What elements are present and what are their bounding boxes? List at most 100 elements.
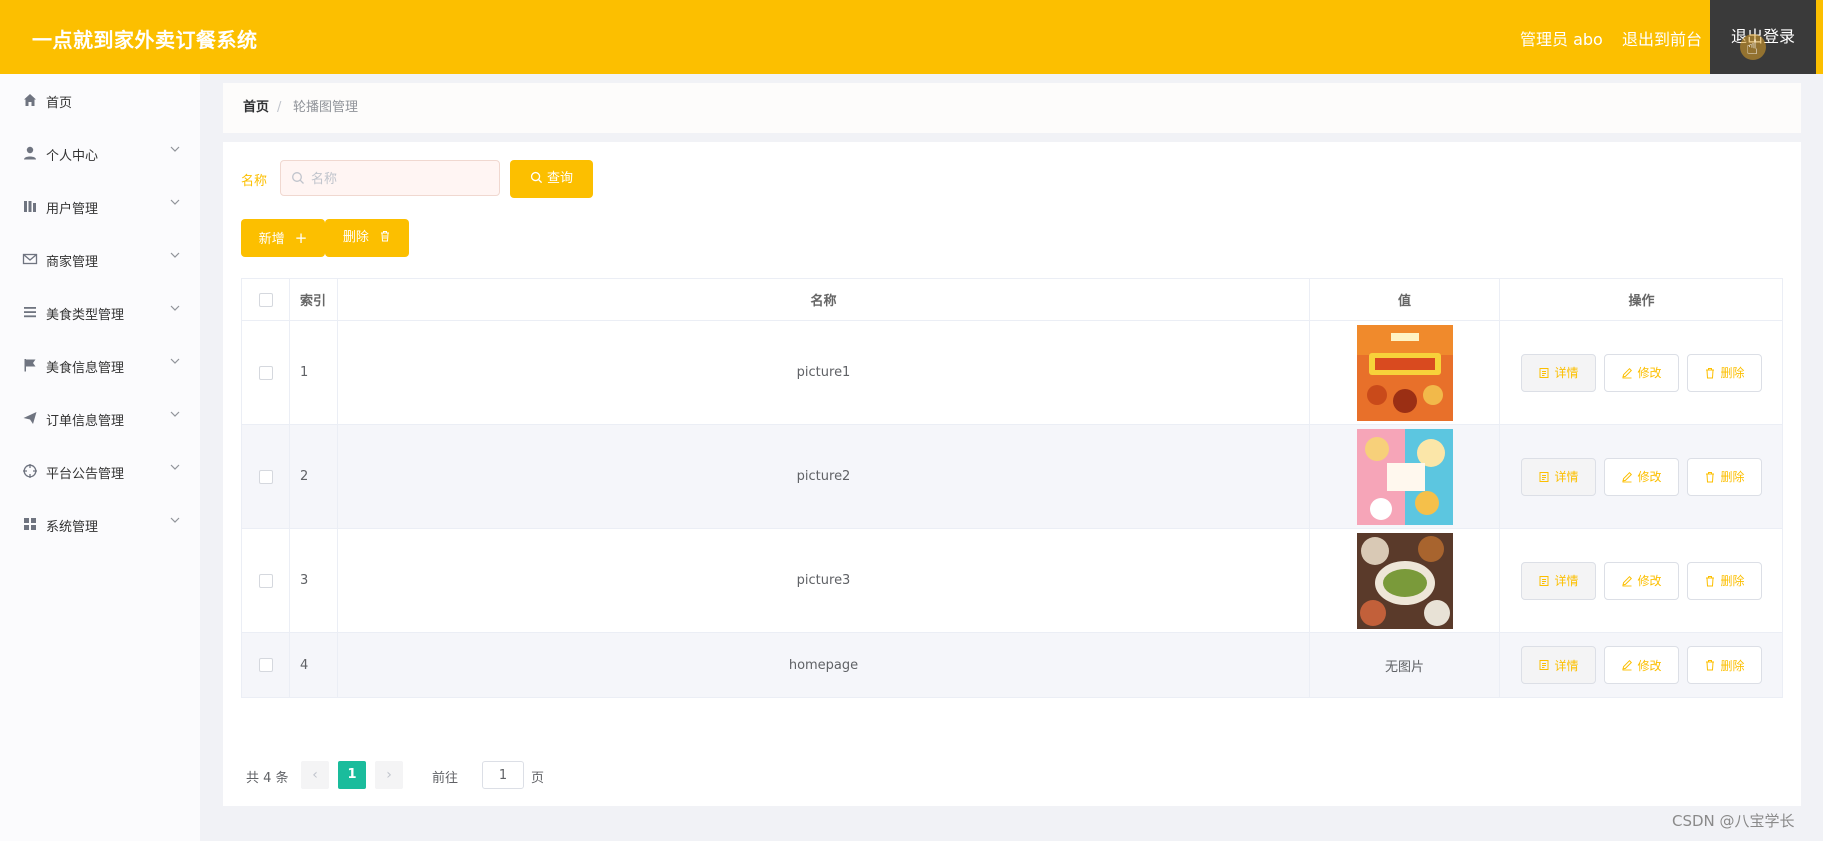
add-button-label: 新增 <box>258 232 285 247</box>
pencil-icon <box>1622 575 1633 586</box>
detail-button[interactable]: 详情 <box>1521 646 1596 684</box>
sidebar-item-food-type-management[interactable]: 美食类型管理 <box>0 286 200 339</box>
edit-button[interactable]: 修改 <box>1604 353 1679 392</box>
prev-page-button[interactable]: ‹ <box>301 761 329 789</box>
sidebar-item-label: 平台公告管理 <box>46 467 125 482</box>
plus-icon: + <box>294 229 308 247</box>
document-icon <box>1539 471 1549 482</box>
row-checkbox[interactable] <box>258 365 273 380</box>
list-icon <box>24 307 36 318</box>
row-ops-cell: 详情 修改 删除 <box>1500 529 1783 632</box>
sidebar-item-announcement-management[interactable]: 平台公告管理 <box>0 445 200 498</box>
sidebar-item-system-management[interactable]: 系统管理 <box>0 498 200 551</box>
document-icon <box>1539 367 1549 378</box>
delete-label: 删除 <box>1720 658 1745 673</box>
pencil-icon <box>1622 659 1633 671</box>
sidebar-item-food-info-management[interactable]: 美食信息管理 <box>0 339 200 392</box>
edit-button[interactable]: 修改 <box>1604 457 1679 496</box>
delete-button[interactable]: 删除 <box>1687 561 1762 600</box>
row-value-cell <box>1310 321 1500 424</box>
home-icon <box>24 94 36 106</box>
row-checkbox[interactable] <box>258 658 273 672</box>
detail-button[interactable]: 详情 <box>1521 561 1596 600</box>
row-ops-cell: 详情 修改 删除 <box>1500 425 1783 528</box>
delete-button[interactable]: 删除 <box>1687 353 1762 392</box>
row-index: 3 <box>290 529 338 632</box>
table-header-row: 索引 名称 值 操作 <box>242 279 1782 321</box>
top-header: 一点就到家外卖订餐系统 管理员 abo 退出到前台 退出登录 <box>0 0 1823 74</box>
row-name: picture3 <box>338 529 1310 632</box>
add-button[interactable]: 新增 + <box>241 219 325 257</box>
logout-button[interactable]: 退出登录 <box>1710 0 1816 74</box>
goto-page-input[interactable] <box>482 761 524 789</box>
crosshair-icon <box>23 464 37 478</box>
row-value-text: 无图片 <box>1310 633 1500 697</box>
sidebar-item-label: 首页 <box>46 96 73 111</box>
app-title: 一点就到家外卖订餐系统 <box>32 28 258 52</box>
flag-icon <box>24 359 36 372</box>
sidebar-item-label: 美食类型管理 <box>46 308 125 323</box>
row-checkbox[interactable] <box>258 573 273 588</box>
trash-icon <box>1706 575 1715 586</box>
edit-button[interactable]: 修改 <box>1604 561 1679 600</box>
sidebar-item-home[interactable]: 首页 <box>0 74 200 127</box>
edit-label: 修改 <box>1637 366 1662 380</box>
search-field[interactable] <box>280 160 500 197</box>
row-index: 1 <box>290 321 338 424</box>
select-all-checkbox[interactable] <box>258 292 273 307</box>
delete-label: 删除 <box>1720 470 1745 484</box>
chevron-down-icon <box>170 517 180 523</box>
sidebar-item-label: 用户管理 <box>46 202 99 217</box>
breadcrumb-home[interactable]: 首页 <box>243 83 269 133</box>
detail-button[interactable]: 详情 <box>1521 353 1596 392</box>
breadcrumb: 首页 / 轮播图管理 <box>223 83 1801 133</box>
row-ops-cell: 详情 修改 删除 <box>1500 321 1783 424</box>
table-row: 2 picture2 详情 修改 删除 <box>242 425 1782 529</box>
sidebar-item-merchant-management[interactable]: 商家管理 <box>0 233 200 286</box>
delete-label: 删除 <box>1720 574 1745 588</box>
bars-icon <box>24 201 36 212</box>
page-unit-label: 页 <box>531 771 545 786</box>
sidebar-item-personal-center[interactable]: 个人中心 <box>0 127 200 180</box>
document-icon <box>1539 660 1549 670</box>
trash-icon <box>1706 660 1715 671</box>
detail-label: 详情 <box>1554 366 1579 380</box>
edit-label: 修改 <box>1637 470 1662 484</box>
hand-cursor-icon <box>1740 34 1766 60</box>
row-name: picture1 <box>338 321 1310 424</box>
mail-icon <box>22 253 38 265</box>
page-number-current[interactable]: 1 <box>338 761 366 789</box>
row-value-cell <box>1310 529 1500 632</box>
to-front-link[interactable]: 退出到前台 <box>1622 26 1702 50</box>
detail-button[interactable]: 详情 <box>1521 457 1596 496</box>
sidebar: 首页 个人中心 用户管理 商家管理 美食类型管理 美食信息管理 订单信息管理 平… <box>0 74 200 841</box>
document-icon <box>1539 575 1549 586</box>
search-icon <box>292 172 304 184</box>
row-index: 2 <box>290 425 338 528</box>
table-row: 4 homepage 无图片 详情 修改 删除 <box>242 633 1782 697</box>
sidebar-item-label: 系统管理 <box>46 520 99 535</box>
next-page-button[interactable]: › <box>375 761 403 789</box>
dishes-table-image <box>1356 532 1453 629</box>
query-button[interactable]: 查询 <box>510 160 593 198</box>
pagination-total: 共 4 条 <box>246 771 289 786</box>
header-name: 名称 <box>338 279 1310 320</box>
sidebar-item-order-info-management[interactable]: 订单信息管理 <box>0 392 200 445</box>
delete-button[interactable]: 删除 <box>1687 646 1762 684</box>
chevron-down-icon <box>170 411 180 417</box>
main-panel: 名称 查询 新增 + 删除 索引 名称 值 操作 1 picture1 <box>223 142 1801 806</box>
sidebar-item-user-management[interactable]: 用户管理 <box>0 180 200 233</box>
edit-button[interactable]: 修改 <box>1604 646 1679 684</box>
sidebar-item-label: 订单信息管理 <box>46 414 125 429</box>
chevron-down-icon <box>170 252 180 258</box>
row-checkbox[interactable] <box>258 469 273 484</box>
header-index: 索引 <box>290 279 338 320</box>
chevron-down-icon <box>170 358 180 364</box>
sidebar-item-label: 商家管理 <box>46 255 99 270</box>
search-input[interactable] <box>309 161 499 197</box>
chevron-right-icon: › <box>386 767 392 783</box>
table-row: 1 picture1 详情 修改 删除 <box>242 321 1782 425</box>
query-button-label: 查询 <box>546 171 573 186</box>
batch-delete-button[interactable]: 删除 <box>325 219 409 257</box>
delete-button[interactable]: 删除 <box>1687 457 1762 496</box>
